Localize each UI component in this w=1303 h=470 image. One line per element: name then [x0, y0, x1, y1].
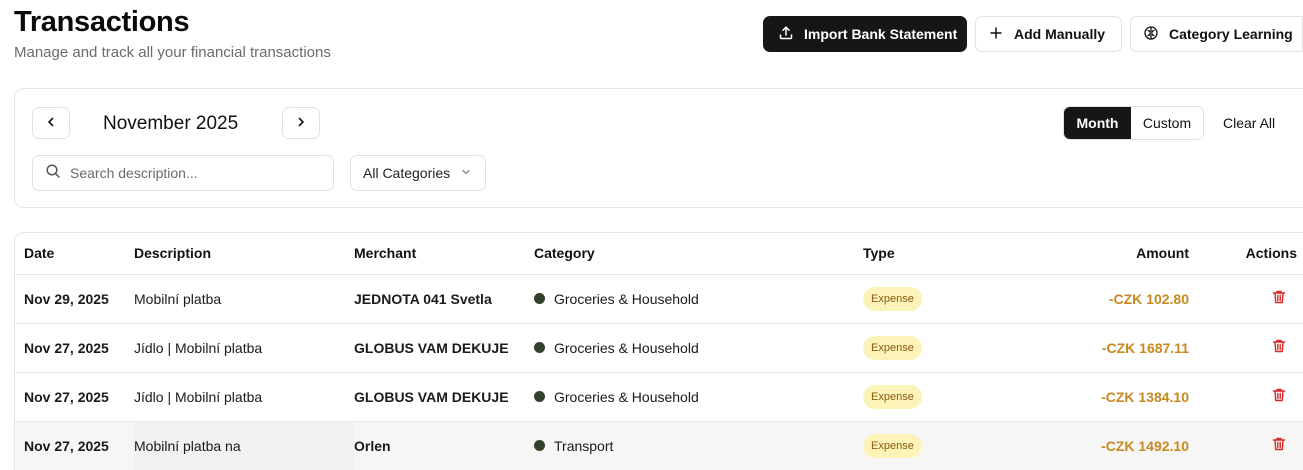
type-badge: Expense [863, 384, 922, 409]
trash-icon[interactable] [1271, 387, 1287, 403]
type-badge: Expense [863, 286, 922, 311]
filter-panel: November 2025 Month Custom Clear All All… [14, 88, 1303, 208]
category-color-dot [534, 391, 545, 402]
row-amount: -CZK 102.80 [1053, 274, 1189, 324]
row-amount: -CZK 1687.11 [1053, 323, 1189, 373]
row-category: Groceries & Household [554, 388, 699, 405]
row-category-cell: Transport [534, 421, 863, 470]
page-title: Transactions [14, 6, 190, 38]
column-header-merchant[interactable]: Merchant [354, 233, 534, 275]
row-category: Transport [554, 437, 614, 454]
transactions-table-card: Date Description Merchant Category Type … [14, 232, 1303, 470]
header-actions: Import Bank Statement Add Manually Categ… [763, 16, 1303, 52]
type-badge: Expense [863, 335, 922, 360]
category-learning-button[interactable]: Category Learning [1130, 16, 1303, 52]
column-header-date[interactable]: Date [15, 233, 134, 275]
row-type-cell: Expense [863, 421, 1053, 470]
row-date: Nov 27, 2025 [15, 372, 134, 422]
row-merchant: Orlen [354, 421, 534, 470]
row-description: Jídlo | Mobilní platba [134, 323, 354, 373]
search-input[interactable] [70, 165, 310, 181]
trash-icon[interactable] [1271, 289, 1287, 305]
row-merchant: GLOBUS VAM DEKUJE [354, 323, 534, 373]
row-category: Groceries & Household [554, 290, 699, 307]
row-date: Nov 29, 2025 [15, 274, 134, 324]
brain-icon [1143, 25, 1159, 44]
row-type-cell: Expense [863, 323, 1053, 373]
table-row[interactable]: Nov 29, 2025 Mobilní platba JEDNOTA 041 … [15, 274, 1303, 324]
category-select-value: All Categories [363, 165, 451, 181]
learning-button-label: Category Learning [1169, 26, 1293, 42]
row-description: Jídlo | Mobilní platba [134, 372, 354, 422]
table-row[interactable]: Nov 27, 2025 Mobilní platba na Orlen Tra… [15, 421, 1303, 470]
row-merchant: JEDNOTA 041 Svetla [354, 274, 534, 324]
column-header-category[interactable]: Category [534, 233, 863, 275]
chevron-left-icon [44, 115, 58, 132]
add-button-label: Add Manually [1014, 26, 1106, 42]
chevron-down-icon [460, 165, 472, 181]
row-category-cell: Groceries & Household [534, 323, 863, 373]
row-amount: -CZK 1384.10 [1053, 372, 1189, 422]
table-header-row: Date Description Merchant Category Type … [15, 233, 1303, 275]
table-row[interactable]: Nov 27, 2025 Jídlo | Mobilní platba GLOB… [15, 323, 1303, 373]
row-type-cell: Expense [863, 274, 1053, 324]
column-header-type[interactable]: Type [863, 233, 1053, 275]
column-header-description[interactable]: Description [134, 233, 354, 275]
type-badge: Expense [863, 433, 922, 458]
table-row[interactable]: Nov 27, 2025 Jídlo | Mobilní platba GLOB… [15, 372, 1303, 422]
import-button-label: Import Bank Statement [804, 26, 958, 42]
clear-all-button[interactable]: Clear All [1223, 115, 1275, 131]
row-category-cell: Groceries & Household [534, 274, 863, 324]
custom-mode-button[interactable]: Custom [1131, 107, 1203, 139]
plus-icon [988, 25, 1004, 44]
trash-icon[interactable] [1271, 338, 1287, 354]
category-color-dot [534, 293, 545, 304]
row-actions-cell [1189, 372, 1303, 422]
row-description: Mobilní platba [134, 274, 354, 324]
row-category: Groceries & Household [554, 339, 699, 356]
add-manually-button[interactable]: Add Manually [975, 16, 1122, 52]
category-color-dot [534, 342, 545, 353]
search-field [32, 155, 334, 191]
chevron-right-icon [294, 115, 308, 132]
upload-icon [778, 25, 794, 44]
row-category-cell: Groceries & Household [534, 372, 863, 422]
next-month-button[interactable] [282, 107, 320, 139]
row-type-cell: Expense [863, 372, 1053, 422]
row-date: Nov 27, 2025 [15, 421, 134, 470]
month-mode-button[interactable]: Month [1064, 107, 1131, 139]
row-amount: -CZK 1492.10 [1053, 421, 1189, 470]
column-header-actions: Actions [1189, 233, 1303, 275]
current-month-label: November 2025 [103, 113, 239, 134]
row-date: Nov 27, 2025 [15, 323, 134, 373]
category-select[interactable]: All Categories [350, 155, 486, 191]
column-header-amount[interactable]: Amount [1053, 233, 1189, 275]
page-subtitle: Manage and track all your financial tran… [14, 44, 331, 61]
row-merchant: GLOBUS VAM DEKUJE [354, 372, 534, 422]
date-mode-toggle: Month Custom [1063, 106, 1204, 140]
category-color-dot [534, 440, 545, 451]
row-actions-cell [1189, 421, 1303, 470]
previous-month-button[interactable] [32, 107, 70, 139]
row-actions-cell [1189, 274, 1303, 324]
trash-icon[interactable] [1271, 436, 1287, 452]
search-icon [45, 163, 61, 184]
row-description: Mobilní platba na [134, 421, 354, 470]
import-bank-statement-button[interactable]: Import Bank Statement [763, 16, 967, 52]
row-actions-cell [1189, 323, 1303, 373]
transactions-table: Date Description Merchant Category Type … [15, 233, 1303, 470]
